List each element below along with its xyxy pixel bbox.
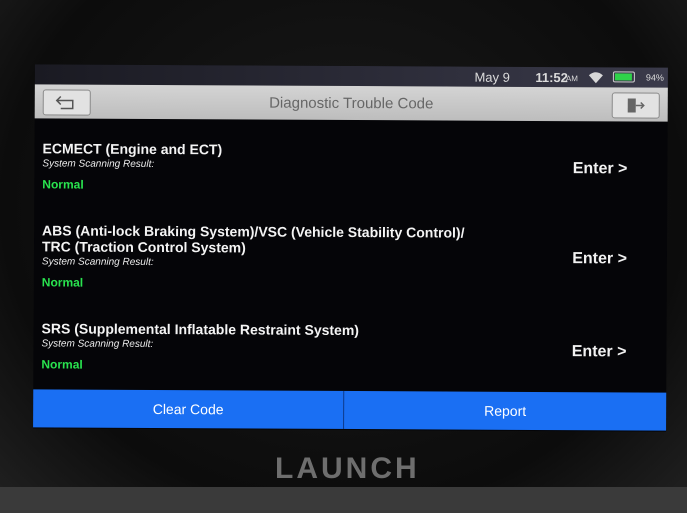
clear-code-button[interactable]: Clear Code (33, 389, 345, 429)
action-bar: Clear Code Report (33, 389, 667, 431)
scan-result-label: System Scanning Result: (42, 158, 155, 170)
status-normal: Normal (41, 357, 83, 372)
status-ampm: AM (565, 74, 578, 84)
enter-button[interactable]: Enter > (572, 250, 627, 268)
exit-icon (627, 98, 645, 113)
status-normal: Normal (41, 275, 84, 290)
enter-button[interactable]: Enter > (573, 160, 628, 178)
page-title: Diagnostic Trouble Code (269, 94, 434, 113)
status-date: May 9 (474, 69, 510, 85)
bottom-bezel (0, 487, 687, 513)
exit-button[interactable] (611, 92, 660, 119)
title-bar: Diagnostic Trouble Code (34, 84, 668, 122)
system-name: ECMECT (Engine and ECT) (42, 140, 223, 158)
system-name-line2: TRC (Traction Control System) (41, 238, 246, 256)
battery-icon (612, 71, 635, 83)
scan-result-label: System Scanning Result: (41, 338, 154, 350)
battery-percent: 94% (645, 72, 664, 83)
status-time: 11:52 (535, 69, 568, 86)
enter-button[interactable]: Enter > (572, 343, 627, 361)
device-screen: May 9 11:52 AM 94% Diagnostic Trouble Co… (33, 64, 668, 432)
system-name: SRS (Supplemental Inflatable Restraint S… (41, 320, 360, 339)
battery-level (614, 73, 632, 81)
system-row[interactable]: ECMECT (Engine and ECT) System Scanning … (42, 140, 642, 194)
brand-logo: LAUNCH (275, 452, 420, 485)
wifi-icon (588, 72, 603, 84)
scan-result-label: System Scanning Result: (41, 256, 154, 268)
status-normal: Normal (42, 177, 84, 192)
system-row[interactable]: SRS (Supplemental Inflatable Restraint S… (41, 320, 641, 374)
report-button[interactable]: Report (344, 391, 666, 431)
system-row[interactable]: ABS (Anti-lock Braking System)/VSC (Vehi… (42, 222, 642, 292)
